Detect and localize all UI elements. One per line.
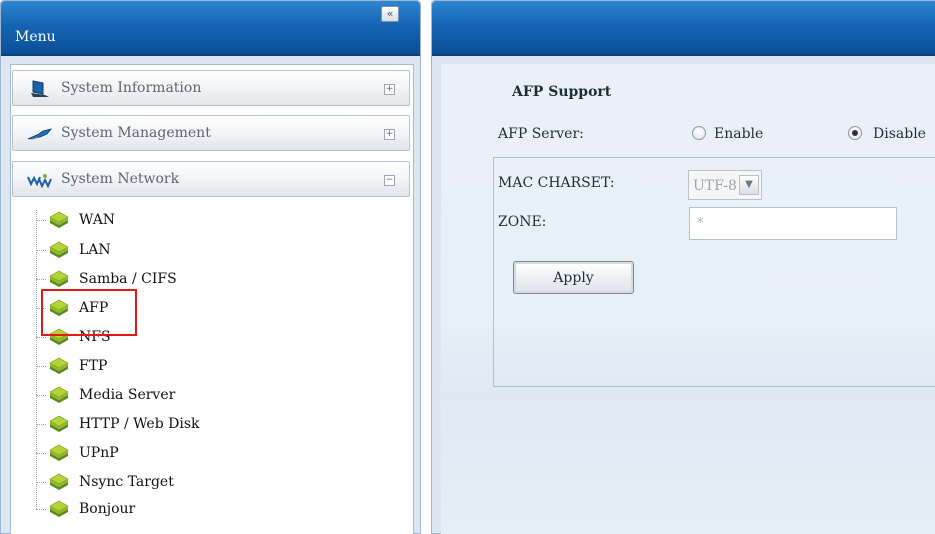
menu-title: Menu (15, 29, 56, 45)
tree-connector (36, 509, 46, 510)
layers-icon (49, 241, 69, 258)
zone-label: ZONE: (498, 214, 547, 230)
menu-item-label: FTP (79, 358, 108, 374)
collapse-icon[interactable]: − (384, 175, 395, 186)
disable-radio[interactable] (848, 126, 862, 140)
disable-radio-label[interactable]: Disable (873, 126, 926, 142)
monitor-icon (31, 80, 49, 97)
menu-item-label: HTTP / Web Disk (79, 416, 200, 432)
menu-item-label: Bonjour (79, 501, 136, 517)
layers-icon (49, 211, 69, 228)
tree-connector (36, 366, 46, 367)
tree-connector (36, 424, 46, 425)
menu-header: Menu « (1, 1, 420, 56)
category-system-management[interactable]: System Management + (12, 115, 410, 151)
tree-connector (36, 250, 46, 251)
menu-item-label: Media Server (79, 387, 176, 403)
chevron-down-icon[interactable]: ▼ (739, 175, 759, 195)
tree-connector (36, 210, 37, 509)
tree-connector (36, 220, 46, 221)
layers-icon (49, 444, 69, 461)
layers-icon (49, 500, 69, 517)
category-label: System Information (61, 80, 202, 96)
apply-button[interactable]: Apply (513, 261, 634, 294)
afp-support-legend: AFP Support (504, 84, 620, 100)
double-chevron-left-icon: « (386, 7, 394, 20)
menu-item-label: LAN (79, 242, 111, 258)
mac-charset-select[interactable]: UTF-8 ▼ (688, 170, 762, 200)
enable-radio[interactable] (692, 126, 706, 140)
enable-radio-label[interactable]: Enable (714, 126, 763, 142)
category-system-information[interactable]: System Information + (12, 70, 410, 106)
wrench-icon (27, 128, 53, 140)
tree-connector (36, 337, 46, 338)
network-icon (27, 174, 52, 189)
layers-icon (49, 270, 69, 287)
menu-item-label: Nsync Target (79, 474, 174, 490)
zone-input[interactable] (689, 207, 897, 240)
content-header (432, 1, 935, 56)
category-label: System Network (61, 171, 180, 187)
mac-charset-label: MAC CHARSET: (498, 175, 615, 191)
menu-item-label: WAN (79, 212, 116, 228)
tree-connector (36, 453, 46, 454)
afp-server-label: AFP Server: (498, 126, 584, 142)
expand-icon[interactable]: + (384, 129, 395, 140)
expand-icon[interactable]: + (384, 84, 395, 95)
tree-connector (36, 482, 46, 483)
layers-icon (49, 357, 69, 374)
tree-connector (36, 395, 46, 396)
layers-icon (49, 415, 69, 432)
layers-icon (49, 473, 69, 490)
category-system-network[interactable]: System Network − (12, 161, 410, 197)
category-label: System Management (61, 125, 211, 141)
menu-item-label: Samba / CIFS (79, 271, 177, 287)
tree-connector (36, 279, 46, 280)
menu-item-label: UPnP (79, 445, 119, 461)
mac-charset-value: UTF-8 (693, 178, 737, 194)
afp-highlight-box (41, 289, 137, 336)
content-panel (431, 0, 935, 534)
collapse-menu-button[interactable]: « (381, 6, 399, 22)
layers-icon (49, 386, 69, 403)
